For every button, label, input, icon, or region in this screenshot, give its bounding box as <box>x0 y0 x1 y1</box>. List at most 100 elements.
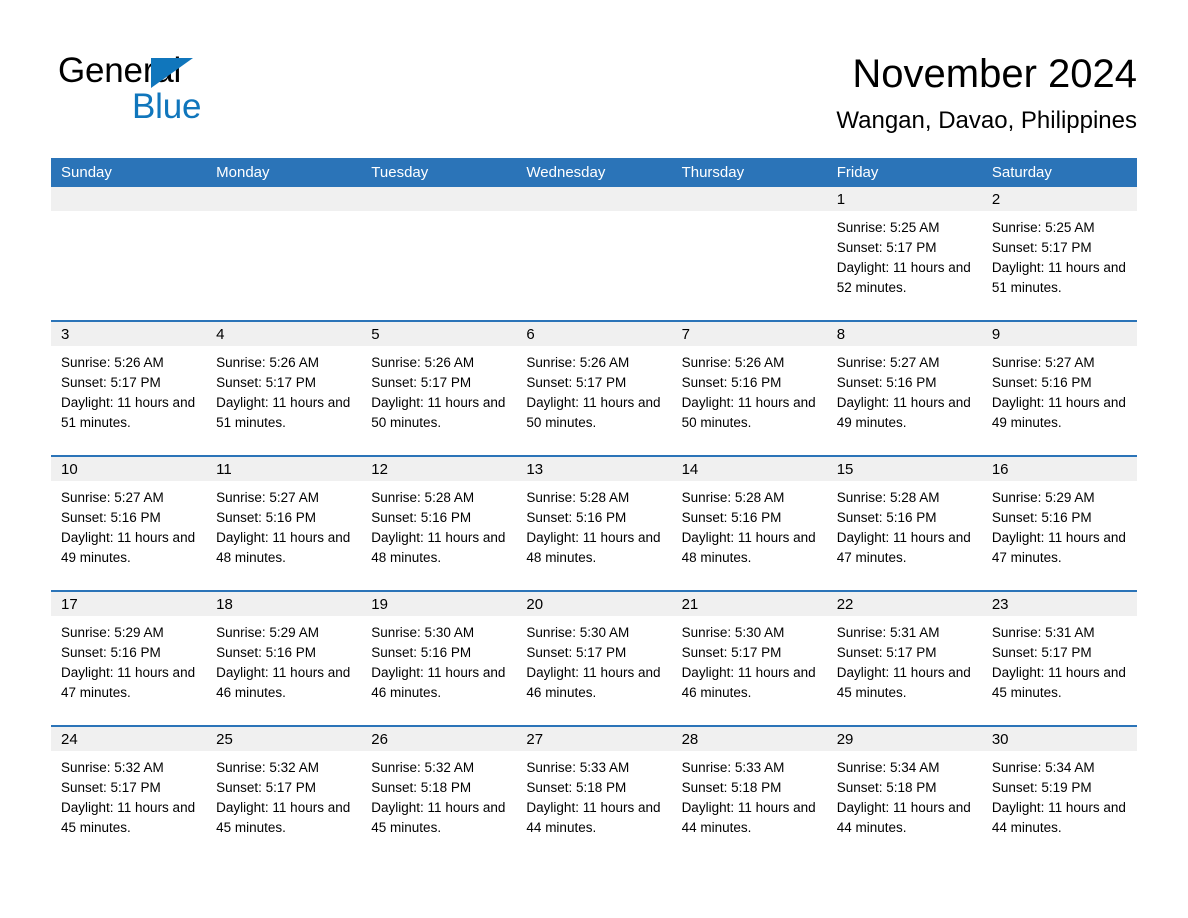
day-details: Sunrise: 5:29 AM Sunset: 5:16 PM Daylight:… <box>982 481 1137 568</box>
day-number: 18 <box>206 592 362 616</box>
day-number: 30 <box>981 727 1137 751</box>
daylight-text: Daylight: 11 hours and 47 minutes. <box>991 530 1126 565</box>
day-cell-4[interactable]: 4 Sunrise: 5:26 AM Sunset: 5:17 PM Daylight… <box>206 322 362 455</box>
sunrise-text: Sunrise: 5:31 AM <box>836 625 940 640</box>
day-cell-25[interactable]: 25 Sunrise: 5:32 AM Sunset: 5:17 PM Dayligh… <box>206 727 362 847</box>
day-cell-6[interactable]: 6 Sunrise: 5:26 AM Sunset: 5:17 PM Daylight… <box>516 322 672 455</box>
day-cell-24[interactable]: 24 Sunrise: 5:32 AM Sunset: 5:17 PM Dayligh… <box>51 727 207 847</box>
daylight-text: Daylight: 11 hours and 49 minutes. <box>991 395 1126 430</box>
day-cell-30[interactable]: 30 Sunrise: 5:34 AM Sunset: 5:19 PM Dayligh… <box>981 727 1137 847</box>
daylight-text: Daylight: 11 hours and 45 minutes. <box>836 665 971 700</box>
day-details: Sunrise: 5:27 AM Sunset: 5:16 PM Daylight:… <box>51 481 206 568</box>
day-cell-empty <box>361 187 517 320</box>
day-cell-16[interactable]: 16 Sunrise: 5:29 AM Sunset: 5:16 PM Dayligh… <box>981 457 1137 590</box>
day-cell-14[interactable]: 14 Sunrise: 5:28 AM Sunset: 5:16 PM Dayligh… <box>671 457 827 590</box>
day-cell-empty <box>206 187 362 320</box>
sunrise-text: Sunrise: 5:29 AM <box>61 625 164 640</box>
daylight-text: Daylight: 11 hours and 46 minutes. <box>216 665 351 700</box>
day-cell-9[interactable]: 9 Sunrise: 5:27 AM Sunset: 5:16 PM Daylight… <box>981 322 1137 455</box>
sunrise-text: Sunrise: 5:34 AM <box>991 760 1095 775</box>
weekday-header-monday: Monday <box>206 158 362 187</box>
day-cell-20[interactable]: 20 Sunrise: 5:30 AM Sunset: 5:17 PM Dayligh… <box>516 592 672 725</box>
day-cell-19[interactable]: 19 Sunrise: 5:30 AM Sunset: 5:16 PM Dayligh… <box>361 592 517 725</box>
weekday-header-sunday: Sunday <box>51 158 207 187</box>
day-details: Sunrise: 5:32 AM Sunset: 5:17 PM Daylight:… <box>51 751 206 838</box>
day-details: Sunrise: 5:25 AM Sunset: 5:17 PM Daylight:… <box>827 211 982 298</box>
day-number: 3 <box>51 322 207 346</box>
day-number: 21 <box>671 592 827 616</box>
sunrise-text: Sunrise: 5:25 AM <box>836 220 940 235</box>
day-cell-1[interactable]: 1 Sunrise: 5:25 AM Sunset: 5:17 PM Daylight… <box>826 187 982 320</box>
daylight-text: Daylight: 11 hours and 46 minutes. <box>526 665 661 700</box>
calendar-grid: Sunday Monday Tuesday Wednesday Thursday Frid… <box>51 158 1137 847</box>
day-cell-23[interactable]: 23 Sunrise: 5:31 AM Sunset: 5:17 PM Dayligh… <box>981 592 1137 725</box>
day-cell-29[interactable]: 29 Sunrise: 5:34 AM Sunset: 5:18 PM Dayligh… <box>826 727 982 847</box>
calendar-cell: 27 Sunrise: 5:33 AM Sunset: 5:18 PM Dayligh… <box>516 725 672 847</box>
calendar-week-row: 1 Sunrise: 5:25 AM Sunset: 5:17 PM Daylight… <box>51 187 1137 321</box>
day-cell-10[interactable]: 10 Sunrise: 5:27 AM Sunset: 5:16 PM Dayligh… <box>51 457 207 590</box>
daylight-text: Daylight: 11 hours and 50 minutes. <box>371 395 506 430</box>
day-number <box>516 187 672 211</box>
day-details: Sunrise: 5:30 AM Sunset: 5:16 PM Daylight:… <box>361 616 516 703</box>
day-cell-3[interactable]: 3 Sunrise: 5:26 AM Sunset: 5:17 PM Daylight… <box>51 322 207 455</box>
general-blue-logo[interactable]: General Blue <box>58 52 238 132</box>
day-number <box>361 187 517 211</box>
day-cell-28[interactable]: 28 Sunrise: 5:33 AM Sunset: 5:18 PM Dayligh… <box>671 727 827 847</box>
day-cell-21[interactable]: 21 Sunrise: 5:30 AM Sunset: 5:17 PM Dayligh… <box>671 592 827 725</box>
sunrise-text: Sunrise: 5:27 AM <box>216 490 319 505</box>
calendar-cell: 24 Sunrise: 5:32 AM Sunset: 5:17 PM Dayligh… <box>51 725 207 847</box>
sunrise-text: Sunrise: 5:28 AM <box>526 490 630 505</box>
day-cell-13[interactable]: 13 Sunrise: 5:28 AM Sunset: 5:16 PM Dayligh… <box>516 457 672 590</box>
calendar-cell: 13 Sunrise: 5:28 AM Sunset: 5:16 PM Dayligh… <box>516 455 672 591</box>
day-cell-8[interactable]: 8 Sunrise: 5:27 AM Sunset: 5:16 PM Daylight… <box>826 322 982 455</box>
day-cell-7[interactable]: 7 Sunrise: 5:26 AM Sunset: 5:16 PM Daylight… <box>671 322 827 455</box>
calendar-cell <box>671 187 827 321</box>
day-cell-empty <box>516 187 672 320</box>
day-number: 27 <box>516 727 672 751</box>
day-details: Sunrise: 5:28 AM Sunset: 5:16 PM Daylight:… <box>361 481 516 568</box>
day-cell-26[interactable]: 26 Sunrise: 5:32 AM Sunset: 5:18 PM Dayligh… <box>361 727 517 847</box>
calendar-cell: 17 Sunrise: 5:29 AM Sunset: 5:16 PM Dayligh… <box>51 590 207 726</box>
day-number: 12 <box>361 457 517 481</box>
day-cell-18[interactable]: 18 Sunrise: 5:29 AM Sunset: 5:16 PM Dayligh… <box>206 592 362 725</box>
daylight-text: Daylight: 11 hours and 48 minutes. <box>216 530 351 565</box>
daylight-text: Daylight: 11 hours and 44 minutes. <box>526 800 661 835</box>
calendar-cell: 1 Sunrise: 5:25 AM Sunset: 5:17 PM Daylight… <box>826 187 982 321</box>
day-cell-2[interactable]: 2 Sunrise: 5:25 AM Sunset: 5:17 PM Daylight… <box>981 187 1137 320</box>
calendar-week-row: 3 Sunrise: 5:26 AM Sunset: 5:17 PM Daylight… <box>51 320 1137 456</box>
day-number: 14 <box>671 457 827 481</box>
day-cell-12[interactable]: 12 Sunrise: 5:28 AM Sunset: 5:16 PM Dayligh… <box>361 457 517 590</box>
day-details: Sunrise: 5:26 AM Sunset: 5:17 PM Daylight:… <box>51 346 206 433</box>
sunset-text: Sunset: 5:17 PM <box>836 240 937 255</box>
sunset-text: Sunset: 5:16 PM <box>61 510 161 525</box>
day-details: Sunrise: 5:26 AM Sunset: 5:16 PM Daylight:… <box>672 346 827 433</box>
day-number: 13 <box>516 457 672 481</box>
calendar-week-row: 17 Sunrise: 5:29 AM Sunset: 5:16 PM Dayligh… <box>51 590 1137 726</box>
sunrise-text: Sunrise: 5:30 AM <box>371 625 475 640</box>
daylight-text: Daylight: 11 hours and 44 minutes. <box>991 800 1126 835</box>
calendar-body: 1 Sunrise: 5:25 AM Sunset: 5:17 PM Daylight… <box>51 187 1137 847</box>
daylight-text: Daylight: 11 hours and 49 minutes. <box>61 530 196 565</box>
title-block: November 2024 Wangan, Davao, Philippines <box>836 50 1137 136</box>
day-cell-17[interactable]: 17 Sunrise: 5:29 AM Sunset: 5:16 PM Dayligh… <box>51 592 207 725</box>
day-cell-27[interactable]: 27 Sunrise: 5:33 AM Sunset: 5:18 PM Dayligh… <box>516 727 672 847</box>
sunset-text: Sunset: 5:17 PM <box>526 645 627 660</box>
sunset-text: Sunset: 5:17 PM <box>371 375 472 390</box>
sunset-text: Sunset: 5:18 PM <box>371 780 472 795</box>
sunrise-text: Sunrise: 5:29 AM <box>216 625 319 640</box>
day-cell-5[interactable]: 5 Sunrise: 5:26 AM Sunset: 5:17 PM Daylight… <box>361 322 517 455</box>
sunrise-text: Sunrise: 5:26 AM <box>216 355 319 370</box>
daylight-text: Daylight: 11 hours and 51 minutes. <box>991 260 1126 295</box>
day-cell-15[interactable]: 15 Sunrise: 5:28 AM Sunset: 5:16 PM Dayligh… <box>826 457 982 590</box>
day-cell-11[interactable]: 11 Sunrise: 5:27 AM Sunset: 5:16 PM Dayligh… <box>206 457 362 590</box>
day-number: 7 <box>671 322 827 346</box>
daylight-text: Daylight: 11 hours and 47 minutes. <box>836 530 971 565</box>
day-number: 10 <box>51 457 207 481</box>
calendar-cell: 4 Sunrise: 5:26 AM Sunset: 5:17 PM Daylight… <box>206 320 362 456</box>
sunrise-text: Sunrise: 5:29 AM <box>991 490 1095 505</box>
sunrise-text: Sunrise: 5:27 AM <box>836 355 940 370</box>
day-number: 5 <box>361 322 517 346</box>
day-number: 11 <box>206 457 362 481</box>
sunset-text: Sunset: 5:17 PM <box>681 645 782 660</box>
day-cell-22[interactable]: 22 Sunrise: 5:31 AM Sunset: 5:17 PM Dayligh… <box>826 592 982 725</box>
